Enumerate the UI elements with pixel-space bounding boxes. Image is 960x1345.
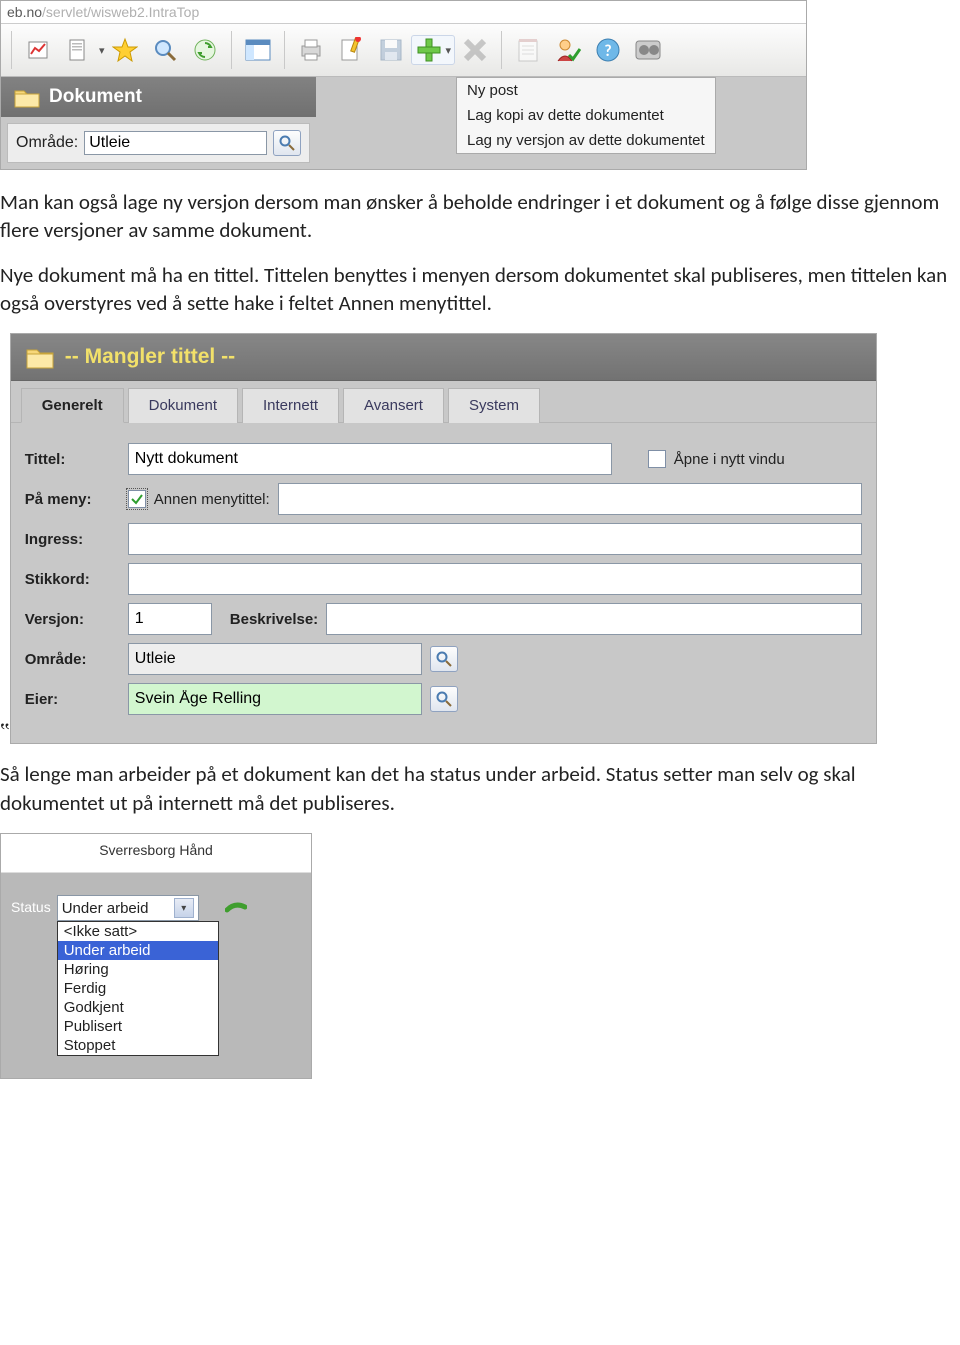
tittel-input[interactable] [128,443,612,475]
paragraph: Så lenge man arbeider på et dokument kan… [0,760,960,817]
magnifier-icon [436,691,452,707]
status-option[interactable]: Under arbeid [58,941,218,960]
status-header: Sverresborg Hånd [1,834,311,873]
star-icon[interactable] [107,32,143,68]
chevron-down-icon: ▾ [174,898,194,918]
chevron-down-icon: ▾ [99,44,105,57]
tab-bar: Generelt Dokument Internett Avansert Sys… [11,381,876,423]
separator [284,31,285,69]
form-header: -- Mangler tittel -- [11,334,876,381]
status-option[interactable]: <Ikke satt> [58,922,218,941]
ingress-input[interactable] [128,523,862,555]
status-selected-value: Under arbeid [62,900,149,917]
omrade-input[interactable] [128,643,422,675]
tab-dokument[interactable]: Dokument [128,388,238,423]
pameny-checkbox[interactable] [128,490,146,508]
delete-icon[interactable] [457,32,493,68]
menu-item-copy-doc[interactable]: Lag kopi av dette dokumentet [457,103,715,128]
panel-title: Dokument [49,86,142,108]
status-option[interactable]: Stoppet [58,1036,218,1055]
arrow-icon [225,897,247,923]
form-screenshot: -- Mangler tittel -- Generelt Dokument I… [10,333,877,744]
omrade-input[interactable] [84,131,267,155]
omrade-lookup-button[interactable] [430,646,458,672]
label-pameny: På meny: [25,491,120,508]
separator [231,31,232,69]
status-option[interactable]: Høring [58,960,218,979]
folder-icon [13,85,41,109]
label-versjon: Versjon: [25,611,120,628]
magnifier-icon[interactable] [147,32,183,68]
label-beskrivelse: Beskrivelse: [230,611,318,628]
print-icon[interactable] [293,32,329,68]
annen-menytittel-input[interactable] [278,483,862,515]
form-body: Tittel: Åpne i nytt vindu På meny: Annen… [11,423,876,743]
menu-item-new-post[interactable]: Ny post [457,78,715,103]
status-screenshot: Sverresborg Hånd Status Under arbeid ▾ <… [0,833,312,1079]
status-option[interactable]: Ferdig [58,979,218,998]
status-options-list: <Ikke satt> Under arbeid Høring Ferdig G… [57,921,219,1056]
label-eier: Eier: [25,691,120,708]
separator [501,31,502,69]
address-host: eb.no [7,4,42,20]
tab-internett[interactable]: Internett [242,388,339,423]
label-apne: Åpne i nytt vindu [674,451,785,468]
notepad-icon[interactable] [510,32,546,68]
chevron-down-icon: ▾ [446,44,452,57]
window-icon[interactable] [240,32,276,68]
status-select[interactable]: Under arbeid ▾ [57,895,199,921]
svg-text:?: ? [604,42,611,61]
magnifier-icon [279,135,295,151]
form-title: -- Mangler tittel -- [65,345,235,369]
label-annen: Annen menytittel: [154,491,270,508]
label-omrade: Område: [25,651,120,668]
omrade-search-button[interactable] [273,130,301,156]
label-stikkord: Stikkord: [25,571,120,588]
user-check-icon[interactable] [550,32,586,68]
status-label: Status [11,895,51,915]
stikkord-input[interactable] [128,563,862,595]
panel-title-bar: Dokument [1,77,316,117]
beskrivelse-input[interactable] [326,603,862,635]
menu-item-new-version[interactable]: Lag ny versjon av dette dokumentet [457,128,715,153]
video-icon[interactable] [630,32,666,68]
eier-input[interactable] [128,683,422,715]
recycle-icon[interactable] [187,32,223,68]
label-tittel: Tittel: [25,451,120,468]
omrade-row: Område: [7,123,310,163]
quote-mark: ‟ [0,718,10,744]
magnifier-icon [436,651,452,667]
tab-avansert[interactable]: Avansert [343,388,444,423]
save-icon[interactable] [373,32,409,68]
eier-lookup-button[interactable] [430,686,458,712]
tab-system[interactable]: System [448,388,540,423]
chart-icon[interactable] [20,32,56,68]
add-dropdown-menu: Ny post Lag kopi av dette dokumentet Lag… [456,77,716,154]
address-path: /servlet/wisweb2.IntraTop [42,4,199,20]
toolbar-screenshot: eb.no/servlet/wisweb2.IntraTop ▾ ▾ ? [0,0,807,170]
tab-generelt[interactable]: Generelt [21,388,124,423]
main-toolbar: ▾ ▾ ? [1,24,806,77]
paragraph: Nye dokument må ha en tittel. Tittelen b… [0,261,960,318]
document-dropdown-button[interactable]: ▾ [58,32,105,68]
separator [11,31,12,69]
address-bar: eb.no/servlet/wisweb2.IntraTop [1,1,806,24]
edit-doc-icon[interactable] [333,32,369,68]
help-icon[interactable]: ? [590,32,626,68]
status-option[interactable]: Godkjent [58,998,218,1017]
add-dropdown-button[interactable]: ▾ [411,35,456,65]
label-ingress: Ingress: [25,531,120,548]
folder-icon [25,344,55,370]
versjon-input[interactable] [128,603,212,635]
status-option[interactable]: Publisert [58,1017,218,1036]
omrade-label: Område: [16,134,78,152]
paragraph: Man kan også lage ny versjon dersom man … [0,188,960,245]
apne-checkbox[interactable] [648,450,666,468]
